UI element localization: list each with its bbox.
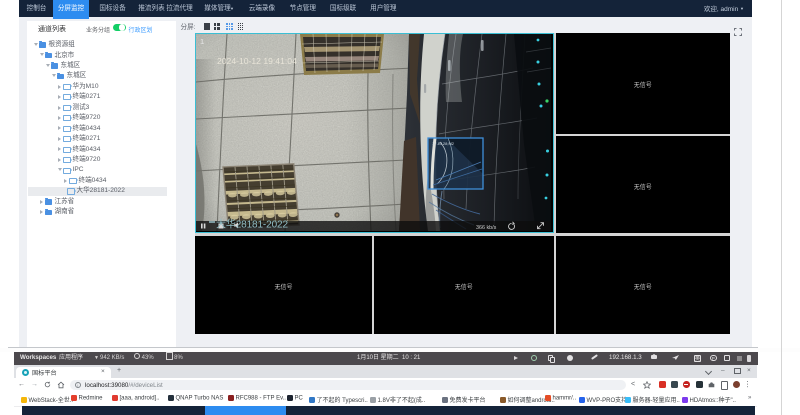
svg-text:1F-B128;M2: 1F-B128;M2 bbox=[432, 141, 455, 146]
svg-text:366 kb/s: 366 kb/s bbox=[476, 225, 497, 231]
svg-text:大华28181-2022: 大华28181-2022 bbox=[216, 218, 288, 231]
svg-text:2024-10-12 19:41:04: 2024-10-12 19:41:04 bbox=[217, 56, 297, 66]
svg-text:1: 1 bbox=[200, 37, 204, 46]
